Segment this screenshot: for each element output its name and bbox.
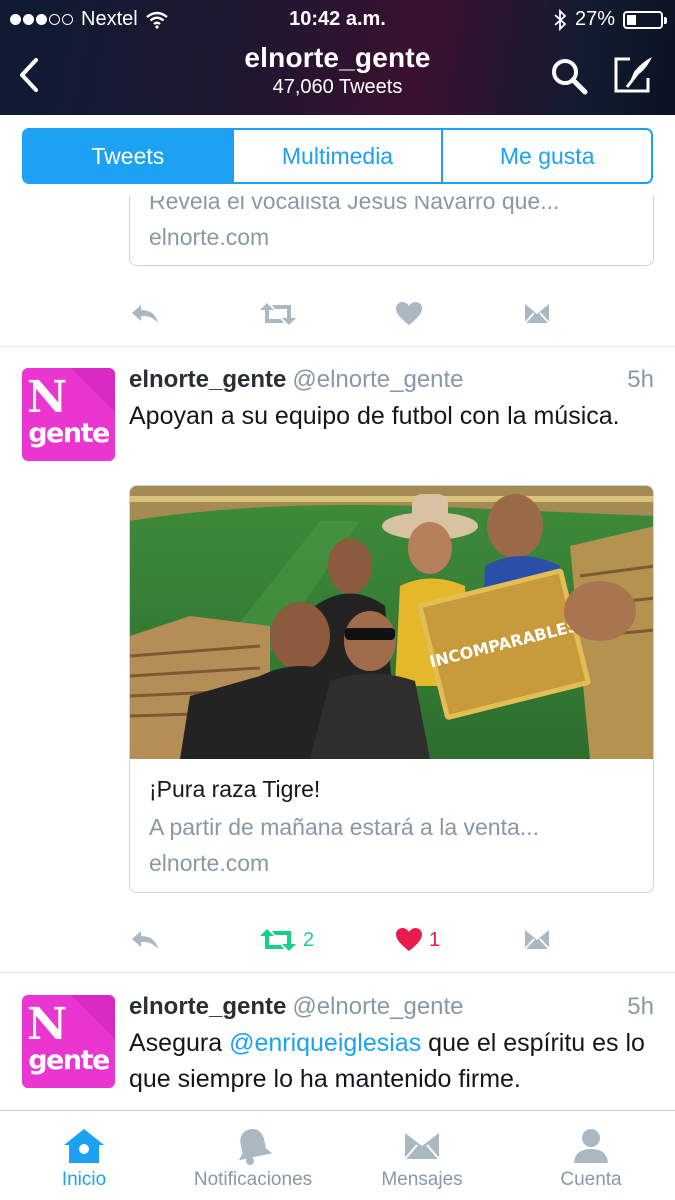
- nav-notificaciones[interactable]: Notificaciones: [183, 1111, 323, 1200]
- search-button[interactable]: [548, 56, 590, 98]
- reply-button[interactable]: [129, 296, 161, 332]
- nav-label: Mensajes: [381, 1169, 463, 1190]
- tweet-text: Asegura @enriqueiglesias que el espíritu…: [129, 1025, 654, 1097]
- link-card-title: ¡Pura raza Tigre!: [149, 776, 321, 802]
- stadium-band-photo: INCOMPARABLES: [130, 486, 653, 759]
- link-card-description: A partir de mañana estará a la venta...: [149, 814, 539, 840]
- tweet-header: elnorte_gente @elnorte_gente 5h: [129, 993, 654, 1023]
- author-name[interactable]: elnorte_gente: [129, 366, 286, 393]
- status-bar: Nextel 10:42 a.m. 27%: [0, 6, 675, 32]
- retweet-button[interactable]: 2: [259, 922, 314, 958]
- tweet-actions: [129, 296, 654, 332]
- tweet-timestamp: 5h: [627, 366, 654, 393]
- heart-icon: [396, 928, 422, 951]
- tweet-timeline: Revela el vocalista Jesús Navarro que...…: [0, 196, 675, 1110]
- compose-tweet-button[interactable]: [612, 54, 658, 96]
- bluetooth-icon: [554, 8, 567, 31]
- like-button[interactable]: 1: [395, 922, 440, 958]
- link-card-domain: elnorte.com: [149, 224, 270, 250]
- tab-me-gusta[interactable]: Me gusta: [441, 130, 651, 182]
- like-button[interactable]: [395, 296, 423, 332]
- tweet-text-part: Asegura: [129, 1029, 230, 1057]
- nav-label: Inicio: [61, 1169, 107, 1190]
- person-icon: [574, 1129, 608, 1163]
- divider: [0, 346, 675, 347]
- avatar-letter: N: [27, 372, 68, 423]
- navigation-header: Nextel 10:42 a.m. 27% elnorte_gente 47,0…: [0, 0, 675, 115]
- avatar-word: gente: [28, 1045, 110, 1076]
- nav-label: Cuenta: [560, 1169, 622, 1190]
- avatar-letter: N: [27, 999, 68, 1050]
- avatar[interactable]: N gente: [22, 368, 115, 461]
- reply-button[interactable]: [129, 922, 161, 958]
- media-link-card[interactable]: INCOMPARABLES ¡Pura raza Tigre! A partir…: [129, 485, 654, 893]
- reply-icon: [132, 931, 158, 949]
- author-name[interactable]: elnorte_gente: [129, 993, 286, 1020]
- home-icon: [64, 1129, 104, 1163]
- direct-message-button[interactable]: [522, 922, 552, 958]
- profile-tabs: Tweets Multimedia Me gusta: [22, 128, 653, 184]
- tweet-actions: 2 1: [129, 922, 654, 958]
- link-card-description: Revela el vocalista Jesús Navarro que...: [149, 196, 560, 214]
- author-handle[interactable]: @elnorte_gente: [292, 366, 463, 393]
- tweet-text: Apoyan a su equipo de futbol con la músi…: [129, 402, 620, 430]
- nav-mensajes[interactable]: Mensajes: [372, 1111, 472, 1200]
- mention-link[interactable]: @enriqueiglesias: [229, 1029, 421, 1057]
- link-card[interactable]: Revela el vocalista Jesús Navarro que...…: [129, 196, 654, 266]
- retweet-icon: [260, 929, 296, 951]
- heart-icon: [396, 302, 422, 325]
- envelope-icon: [524, 304, 550, 324]
- battery-percent: 27%: [574, 8, 615, 30]
- nav-label: Notificaciones: [193, 1169, 313, 1190]
- reply-icon: [132, 305, 158, 323]
- envelope-icon: [404, 1133, 440, 1160]
- direct-message-button[interactable]: [522, 296, 552, 332]
- avatar-word: gente: [28, 418, 110, 449]
- battery-level-fill: [627, 14, 636, 25]
- battery-icon: [623, 10, 667, 29]
- tweet-timestamp: 5h: [627, 993, 654, 1020]
- bottom-tab-bar: Inicio Notificaciones Mensajes Cuenta: [0, 1110, 675, 1200]
- retweet-button[interactable]: [259, 296, 297, 332]
- retweet-count: 2: [303, 928, 315, 951]
- tab-multimedia[interactable]: Multimedia: [231, 130, 442, 182]
- retweet-icon: [260, 303, 296, 325]
- link-card-domain: elnorte.com: [149, 850, 270, 876]
- avatar[interactable]: N gente: [22, 995, 115, 1088]
- envelope-icon: [524, 930, 550, 950]
- divider: [0, 972, 675, 973]
- tab-tweets[interactable]: Tweets: [24, 130, 232, 182]
- nav-inicio[interactable]: Inicio: [44, 1111, 124, 1200]
- author-handle[interactable]: @elnorte_gente: [292, 993, 463, 1020]
- bell-icon: [238, 1129, 273, 1165]
- like-count: 1: [429, 928, 441, 951]
- tweet-header: elnorte_gente @elnorte_gente 5h: [129, 366, 654, 396]
- nav-cuenta[interactable]: Cuenta: [546, 1111, 636, 1200]
